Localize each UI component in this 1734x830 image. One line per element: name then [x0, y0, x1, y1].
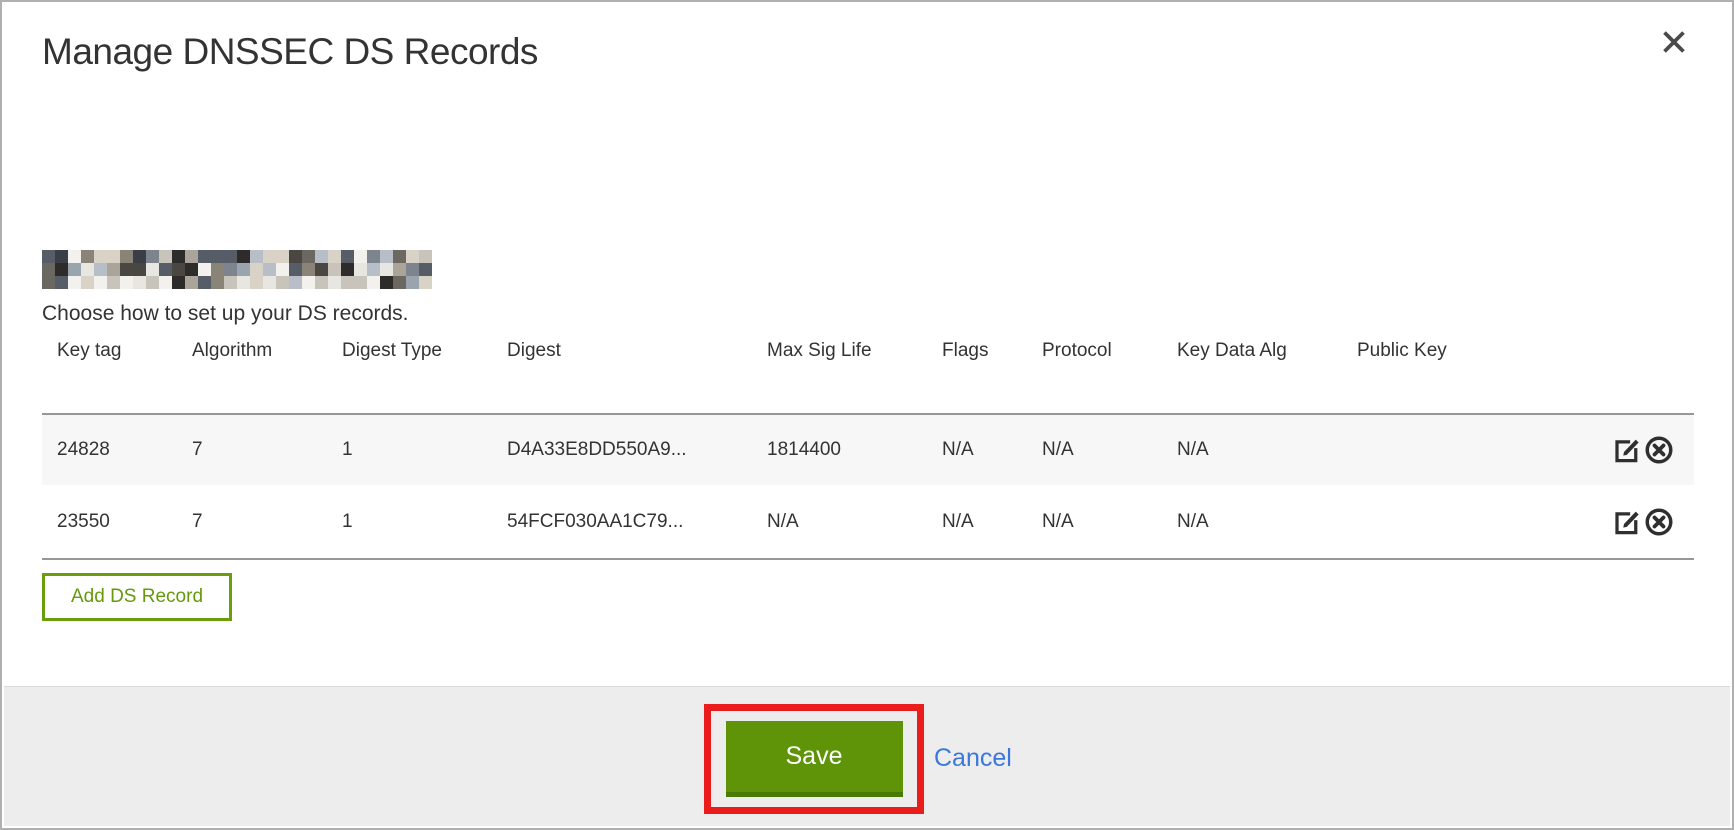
cell-key-data-alg: N/A	[1162, 414, 1342, 485]
cell-algorithm: 7	[177, 485, 327, 559]
cell-max-sig-life: 1814400	[752, 414, 927, 485]
dialog-footer: Save Cancel	[4, 686, 1730, 826]
add-ds-record-button[interactable]: Add DS Record	[42, 573, 232, 621]
row-actions	[1597, 414, 1694, 485]
redacted-domain-name	[42, 250, 432, 289]
col-header-key-data-alg: Key Data Alg	[1162, 338, 1342, 414]
ds-records-table: Key tag Algorithm Digest Type Digest Max…	[42, 338, 1694, 560]
edit-icon	[1612, 435, 1642, 465]
cell-algorithm: 7	[177, 414, 327, 485]
page-title: Manage DNSSEC DS Records	[42, 30, 1732, 74]
cell-public-key	[1342, 414, 1597, 485]
table-row: 24828 7 1 D4A33E8DD550A9... 1814400 N/A …	[42, 414, 1694, 485]
instruction-text: Choose how to set up your DS records.	[42, 302, 1732, 326]
cell-digest: D4A33E8DD550A9...	[492, 414, 752, 485]
col-header-algorithm: Algorithm	[177, 338, 327, 414]
cell-digest: 54FCF030AA1C79...	[492, 485, 752, 559]
save-button[interactable]: Save	[726, 721, 903, 797]
delete-record-button[interactable]	[1644, 507, 1674, 537]
cell-digest-type: 1	[327, 485, 492, 559]
delete-icon	[1644, 507, 1674, 537]
cell-key-data-alg: N/A	[1162, 485, 1342, 559]
cell-public-key	[1342, 485, 1597, 559]
cell-flags: N/A	[927, 485, 1027, 559]
col-header-digest: Digest	[492, 338, 752, 414]
col-header-key-tag: Key tag	[42, 338, 177, 414]
cell-digest-type: 1	[327, 414, 492, 485]
cell-key-tag: 23550	[42, 485, 177, 559]
row-actions	[1597, 485, 1694, 559]
cell-protocol: N/A	[1027, 414, 1162, 485]
table-header-row: Key tag Algorithm Digest Type Digest Max…	[42, 338, 1694, 414]
col-header-protocol: Protocol	[1027, 338, 1162, 414]
cell-flags: N/A	[927, 414, 1027, 485]
cell-key-tag: 24828	[42, 414, 177, 485]
annotation-highlight: Save	[704, 704, 924, 814]
cell-protocol: N/A	[1027, 485, 1162, 559]
edit-icon	[1612, 507, 1642, 537]
col-header-actions	[1597, 338, 1694, 414]
delete-record-button[interactable]	[1644, 435, 1674, 465]
dnssec-dialog: { "dialog": { "title": "Manage DNSSEC DS…	[0, 0, 1734, 830]
close-button[interactable]	[1660, 26, 1692, 58]
edit-record-button[interactable]	[1612, 507, 1642, 537]
col-header-public-key: Public Key	[1342, 338, 1597, 414]
cell-max-sig-life: N/A	[752, 485, 927, 559]
table-row: 23550 7 1 54FCF030AA1C79... N/A N/A N/A …	[42, 485, 1694, 559]
edit-record-button[interactable]	[1612, 435, 1642, 465]
col-header-digest-type: Digest Type	[327, 338, 492, 414]
cancel-link[interactable]: Cancel	[934, 744, 1012, 772]
col-header-max-sig-life: Max Sig Life	[752, 338, 927, 414]
delete-icon	[1644, 435, 1674, 465]
col-header-flags: Flags	[927, 338, 1027, 414]
close-icon	[1660, 28, 1692, 56]
